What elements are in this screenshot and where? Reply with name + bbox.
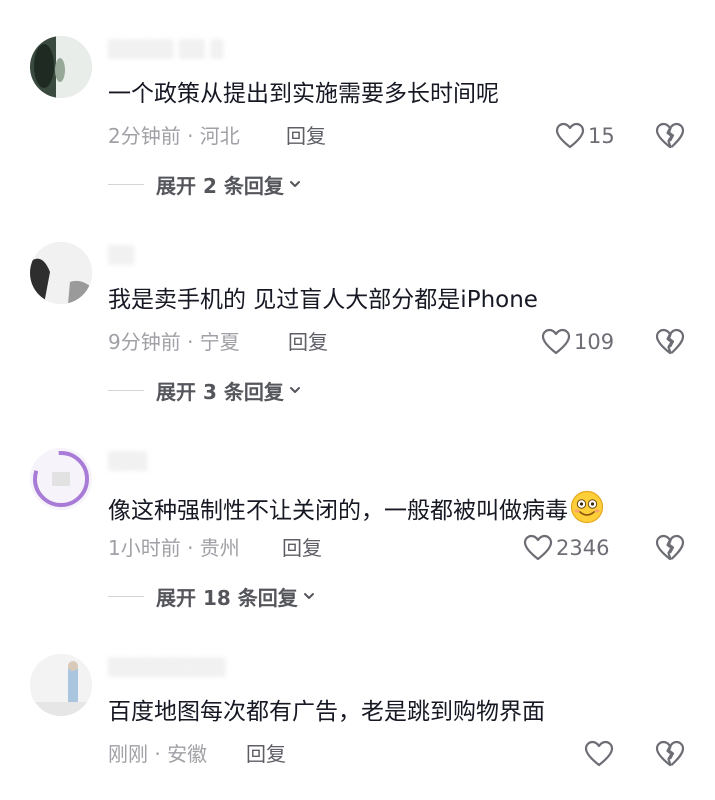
chevron-down-icon [303, 593, 314, 599]
broken-heart-icon[interactable] [655, 740, 685, 768]
expand-replies-button[interactable]: 展开 3 条回复 [108, 375, 302, 405]
like-count: 15 [588, 124, 615, 148]
username[interactable]: ▒▒ [108, 246, 134, 266]
comment-meta: 刚刚 · 安徽 [108, 742, 208, 766]
heart-outline-icon [541, 328, 571, 355]
avatar[interactable] [30, 36, 92, 98]
expand-replies-button[interactable]: 展开 2 条回复 [108, 169, 302, 199]
username[interactable]: ▒▒▒ [108, 452, 147, 472]
username[interactable]: ▒▒▒▒▒▒▒▒▒ [108, 658, 226, 678]
heart-outline-icon [584, 740, 614, 767]
comment-text: 一个政策从提出到实施需要多长时间呢 [108, 81, 499, 107]
like-button[interactable] [584, 738, 617, 770]
chevron-down-icon [289, 387, 300, 393]
username[interactable]: ▒▒▒▒▒ ▒▒ ▒ [108, 40, 223, 60]
reply-button[interactable]: 回复 [282, 534, 322, 562]
divider-line [108, 595, 144, 597]
broken-heart-icon[interactable] [655, 534, 685, 562]
smiling-face-emoji [570, 490, 604, 524]
like-button[interactable]: 15 [555, 120, 615, 152]
reply-button[interactable]: 回复 [288, 328, 328, 356]
comment-list: ▒▒▒▒▒ ▒▒ ▒ 一个政策从提出到实施需要多长时间呢 2分钟前 · 河北 回… [0, 0, 715, 800]
comment-meta: 2分钟前 · 河北 [108, 124, 240, 148]
chevron-down-icon [289, 181, 300, 187]
divider-line [108, 183, 144, 185]
expand-replies-label: 展开 2 条回复 [156, 173, 284, 198]
reply-button[interactable]: 回复 [286, 122, 326, 150]
avatar[interactable] [30, 242, 92, 304]
comment-text: 百度地图每次都有广告，老是跳到购物界面 [108, 699, 545, 725]
like-count: 109 [574, 330, 615, 354]
comment-text: 像这种强制性不让关闭的，一般都被叫做病毒 [108, 490, 604, 527]
comment-meta: 9分钟前 · 宁夏 [108, 330, 240, 354]
like-button[interactable]: 109 [541, 326, 614, 358]
expand-replies-label: 展开 3 条回复 [156, 379, 284, 404]
expand-replies-button[interactable]: 展开 18 条回复 [108, 581, 316, 611]
avatar[interactable] [30, 448, 92, 510]
heart-outline-icon [555, 122, 585, 149]
comment-text-content: 像这种强制性不让关闭的，一般都被叫做病毒 [108, 498, 568, 524]
comment-meta: 1小时前 · 贵州 [108, 536, 240, 560]
like-count: 2346 [556, 536, 610, 560]
like-button[interactable]: 2346 [523, 532, 609, 564]
comment-text: 我是卖手机的 见过盲人大部分都是iPhone [108, 287, 538, 313]
broken-heart-icon[interactable] [655, 328, 685, 356]
expand-replies-label: 展开 18 条回复 [156, 585, 298, 610]
avatar[interactable] [30, 654, 92, 716]
divider-line [108, 389, 144, 391]
broken-heart-icon[interactable] [655, 122, 685, 150]
reply-button[interactable]: 回复 [246, 740, 286, 768]
heart-outline-icon [523, 534, 553, 561]
